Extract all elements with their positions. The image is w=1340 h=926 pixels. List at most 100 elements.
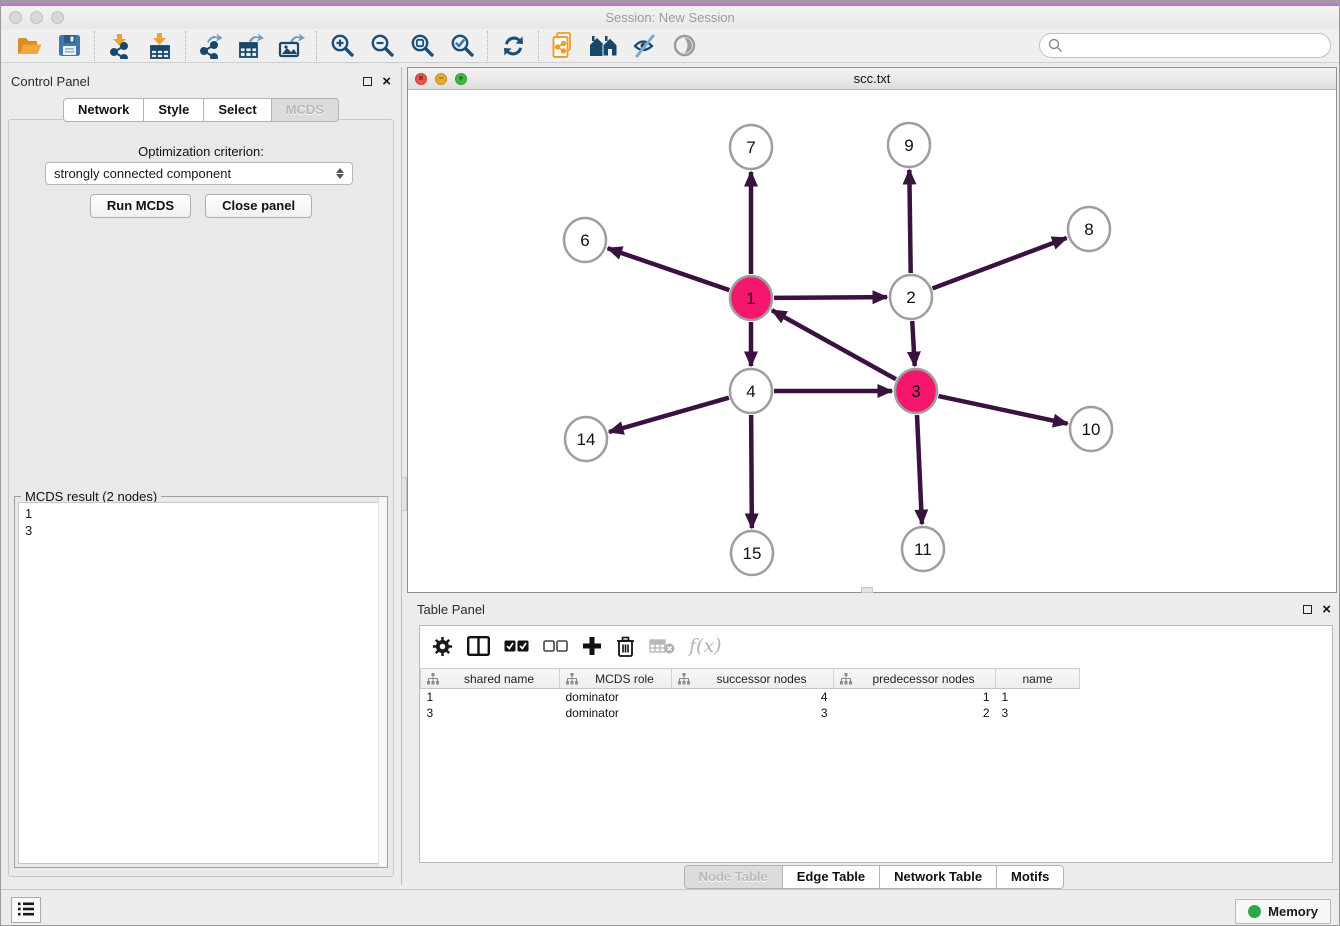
tab-network-table[interactable]: Network Table — [880, 865, 997, 889]
table-row[interactable]: 3 dominator 3 2 3 — [421, 705, 1080, 721]
network-node-9[interactable]: 9 — [888, 123, 930, 167]
svg-text:4: 4 — [746, 382, 755, 401]
table-row[interactable]: 1 dominator 4 1 1 — [421, 689, 1080, 706]
network-node-6[interactable]: 6 — [564, 218, 606, 262]
delete-table-icon[interactable] — [649, 638, 675, 654]
network-edge-2-8[interactable] — [932, 238, 1066, 289]
float-panel-icon[interactable] — [363, 77, 372, 86]
network-node-15[interactable]: 15 — [731, 531, 773, 575]
control-panel: Control Panel × Network Style Select MCD… — [1, 67, 402, 885]
network-edge-1-6[interactable] — [608, 248, 730, 290]
svg-text:7: 7 — [746, 138, 755, 157]
tab-select[interactable]: Select — [204, 98, 271, 122]
network-edge-3-10[interactable] — [938, 396, 1067, 424]
column-header-shared-name[interactable]: shared name — [421, 669, 560, 689]
attribute-icon — [840, 673, 852, 685]
tab-mcds[interactable]: MCDS — [272, 98, 339, 122]
deselect-all-icon[interactable] — [543, 640, 568, 652]
mcds-result-group: MCDS result (2 nodes) 1 3 — [14, 496, 388, 868]
select-stepper-icon — [336, 168, 344, 179]
splitter-grip[interactable] — [861, 587, 873, 593]
column-header-mcds-role[interactable]: MCDS role — [560, 669, 672, 689]
import-network-icon[interactable] — [100, 30, 140, 62]
import-table-icon[interactable] — [140, 30, 180, 62]
gear-icon[interactable] — [432, 636, 453, 657]
network-node-2[interactable]: 2 — [890, 275, 932, 319]
float-table-panel-icon[interactable] — [1303, 605, 1312, 614]
attribute-icon — [678, 673, 690, 685]
delete-row-icon[interactable] — [616, 636, 635, 657]
network-node-10[interactable]: 10 — [1070, 407, 1112, 451]
add-row-icon[interactable] — [582, 636, 602, 656]
close-panel-button[interactable]: Close panel — [205, 194, 312, 218]
svg-text:10: 10 — [1082, 420, 1101, 439]
table-type-tabs: Node Table Edge Table Network Table Moti… — [407, 865, 1340, 889]
hide-selected-icon[interactable] — [624, 30, 664, 62]
application-window: Session: New Session — [0, 0, 1340, 926]
network-edge-4-14[interactable] — [609, 398, 729, 432]
window-title: Session: New Session — [1, 10, 1339, 25]
clone-network-icon[interactable] — [544, 30, 584, 62]
tab-node-table[interactable]: Node Table — [684, 865, 783, 889]
network-canvas[interactable]: 7 9 6 8 1 2 4 3 14 10 15 11 — [408, 90, 1336, 592]
network-node-11[interactable]: 11 — [902, 527, 944, 571]
function-builder-icon[interactable]: f(x) — [689, 635, 722, 657]
network-node-8[interactable]: 8 — [1068, 207, 1110, 251]
svg-text:14: 14 — [577, 430, 596, 449]
status-bar: Memory — [1, 889, 1339, 926]
column-header-successor-nodes[interactable]: successor nodes — [672, 669, 834, 689]
export-table-icon[interactable] — [231, 30, 271, 62]
network-edge-2-3[interactable] — [912, 321, 915, 366]
zoom-fit-icon[interactable] — [402, 30, 442, 62]
network-edge-3-1[interactable] — [772, 310, 896, 379]
result-scrollbar[interactable] — [378, 497, 387, 867]
tab-motifs[interactable]: Motifs — [997, 865, 1064, 889]
close-table-panel-icon[interactable]: × — [1322, 602, 1331, 617]
columns-icon[interactable] — [467, 636, 490, 656]
task-history-button[interactable] — [11, 897, 41, 923]
save-session-icon[interactable] — [49, 30, 89, 62]
node-table-container: f(x) shared name MCDS role successor nod… — [419, 625, 1333, 863]
select-all-icon[interactable] — [504, 640, 529, 652]
network-edge-4-15[interactable] — [751, 415, 752, 528]
column-header-name[interactable]: name — [996, 669, 1080, 689]
network-node-7[interactable]: 7 — [730, 125, 772, 169]
svg-text:3: 3 — [911, 382, 920, 401]
network-node-4[interactable]: 4 — [730, 369, 772, 413]
network-window-titlebar[interactable]: × − + scc.txt — [408, 68, 1336, 90]
network-edge-3-11[interactable] — [917, 415, 922, 524]
open-session-icon[interactable] — [9, 30, 49, 62]
tab-edge-table[interactable]: Edge Table — [783, 865, 880, 889]
first-neighbors-icon[interactable] — [584, 30, 624, 62]
zoom-out-icon[interactable] — [362, 30, 402, 62]
tab-network[interactable]: Network — [63, 98, 144, 122]
run-mcds-button[interactable]: Run MCDS — [90, 194, 191, 218]
table-panel-title: Table Panel — [417, 602, 485, 617]
close-panel-icon[interactable]: × — [382, 74, 391, 89]
search-input[interactable] — [1039, 33, 1331, 58]
network-node-1[interactable]: 1 — [730, 276, 772, 320]
network-node-14[interactable]: 14 — [565, 417, 607, 461]
network-edge-2-9[interactable] — [909, 170, 910, 273]
optimization-criterion-select[interactable]: strongly connected component — [45, 162, 353, 185]
search-icon — [1048, 38, 1063, 56]
network-node-3[interactable]: 3 — [895, 369, 937, 413]
refresh-icon[interactable] — [493, 30, 533, 62]
mcds-result-text[interactable]: 1 3 — [18, 502, 384, 864]
memory-label: Memory — [1268, 904, 1318, 919]
tab-style[interactable]: Style — [144, 98, 204, 122]
optimization-criterion-label: Optimization criterion: — [9, 144, 393, 159]
splitter-grip[interactable] — [401, 477, 407, 511]
titlebar: Session: New Session — [1, 6, 1339, 29]
export-network-icon[interactable] — [191, 30, 231, 62]
optimization-criterion-value: strongly connected component — [54, 166, 336, 181]
control-panel-tabs: Network Style Select MCDS — [63, 98, 339, 122]
network-edge-1-2[interactable] — [774, 297, 887, 298]
zoom-in-icon[interactable] — [322, 30, 362, 62]
column-header-predecessor-nodes[interactable]: predecessor nodes — [834, 669, 996, 689]
memory-button[interactable]: Memory — [1235, 899, 1331, 924]
show-all-icon[interactable] — [664, 30, 704, 62]
zoom-selected-icon[interactable] — [442, 30, 482, 62]
export-image-icon[interactable] — [271, 30, 311, 62]
svg-text:2: 2 — [906, 288, 915, 307]
